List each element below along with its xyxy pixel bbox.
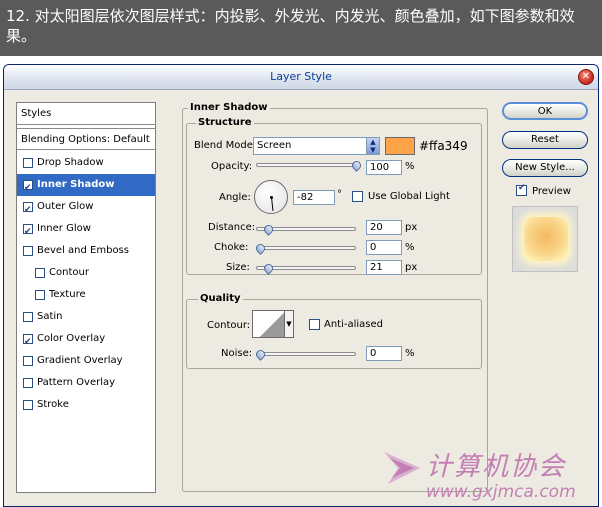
- reset-button[interactable]: Reset: [502, 131, 588, 149]
- blend-mode-label: Blend Mode:: [194, 140, 257, 151]
- style-checkbox[interactable]: [23, 199, 33, 221]
- title-bar[interactable]: Layer Style ✕: [4, 65, 598, 90]
- structure-title: Structure: [196, 117, 254, 128]
- distance-input[interactable]: 20: [366, 220, 402, 235]
- watermark-logo-icon: [384, 452, 420, 484]
- style-item[interactable]: Texture: [17, 284, 155, 306]
- styles-list: Styles Blending Options: Default Drop Sh…: [16, 102, 156, 493]
- inner-shadow-title: Inner Shadow: [188, 102, 270, 113]
- style-item-label: Outer Glow: [37, 201, 94, 212]
- style-item-label: Drop Shadow: [37, 157, 104, 168]
- watermark: 计算机协会 www.gxjmca.com: [380, 444, 602, 507]
- preview-label: Preview: [532, 186, 571, 197]
- style-checkbox[interactable]: [23, 312, 33, 322]
- ok-button[interactable]: OK: [502, 102, 588, 120]
- choke-input[interactable]: 0: [366, 240, 402, 255]
- size-unit: px: [405, 262, 418, 273]
- chevron-updown-icon: ▲ ▼: [366, 138, 379, 154]
- style-checkbox[interactable]: [35, 290, 45, 300]
- size-input[interactable]: 21: [366, 260, 402, 275]
- choke-slider-track[interactable]: [256, 246, 356, 250]
- layer-style-dialog: Layer Style ✕ Styles Blending Options: D…: [3, 64, 599, 507]
- use-global-light-checkbox[interactable]: [352, 191, 363, 202]
- style-item-label: Pattern Overlay: [37, 377, 116, 388]
- angle-dial[interactable]: [254, 180, 288, 214]
- choke-label: Choke:: [214, 242, 249, 253]
- opacity-label: Opacity:: [211, 161, 253, 172]
- quality-title: Quality: [198, 293, 243, 304]
- style-item-label: Satin: [37, 311, 63, 322]
- style-preview: [512, 206, 578, 272]
- style-item-label: Gradient Overlay: [37, 355, 123, 366]
- new-style-button[interactable]: New Style...: [502, 159, 588, 177]
- style-item-label: Stroke: [37, 399, 69, 410]
- anti-aliased-checkbox[interactable]: [309, 319, 320, 330]
- angle-input[interactable]: -82: [293, 190, 335, 205]
- style-item[interactable]: Bevel and Emboss: [17, 240, 155, 262]
- style-item[interactable]: Drop Shadow: [17, 152, 155, 174]
- watermark-text: 计算机协会: [426, 452, 567, 482]
- style-checkbox[interactable]: [23, 221, 33, 243]
- style-checkbox[interactable]: [23, 400, 33, 410]
- opacity-unit: %: [405, 161, 415, 172]
- dialog-title: Layer Style: [270, 70, 332, 83]
- style-item-label: Texture: [49, 289, 86, 300]
- contour-dropdown-icon[interactable]: ▼: [284, 310, 294, 338]
- blending-options-item[interactable]: Blending Options: Default: [17, 128, 155, 150]
- style-item[interactable]: Stroke: [17, 394, 155, 416]
- style-item[interactable]: Color Overlay: [17, 328, 155, 353]
- tutorial-caption: 12. 对太阳图层依次图层样式：内投影、外发光、内发光、颜色叠加，如下图参数和效…: [0, 0, 602, 56]
- style-item-label: Contour: [49, 267, 89, 278]
- shadow-color-swatch[interactable]: [385, 137, 415, 155]
- style-checkbox[interactable]: [35, 268, 45, 278]
- blend-mode-value: Screen: [257, 140, 292, 151]
- choke-unit: %: [405, 242, 415, 253]
- style-checkbox[interactable]: [23, 331, 33, 353]
- blend-mode-select[interactable]: Screen ▲ ▼: [253, 137, 380, 155]
- anti-aliased-label: Anti-aliased: [324, 319, 384, 330]
- contour-label: Contour:: [207, 320, 251, 331]
- style-item[interactable]: Inner Shadow: [17, 174, 155, 199]
- opacity-input[interactable]: 100: [366, 160, 402, 175]
- style-item[interactable]: Outer Glow: [17, 196, 155, 221]
- styles-header[interactable]: Styles: [17, 103, 155, 125]
- opacity-slider-track[interactable]: [256, 163, 356, 167]
- style-item[interactable]: Inner Glow: [17, 218, 155, 243]
- style-item-label: Inner Glow: [37, 223, 91, 234]
- style-item[interactable]: Gradient Overlay: [17, 350, 155, 372]
- style-item-label: Inner Shadow: [37, 179, 115, 190]
- noise-slider-track[interactable]: [256, 352, 356, 356]
- angle-center: [270, 196, 273, 199]
- style-checkbox[interactable]: [23, 177, 33, 199]
- preview-swatch: [524, 217, 568, 261]
- style-checkbox[interactable]: [23, 378, 33, 388]
- style-item-label: Bevel and Emboss: [37, 245, 129, 256]
- noise-label: Noise:: [221, 348, 253, 359]
- watermark-url: www.gxjmca.com: [426, 482, 576, 502]
- style-item[interactable]: Pattern Overlay: [17, 372, 155, 394]
- degree-unit: °: [337, 189, 342, 200]
- angle-label: Angle:: [219, 192, 251, 203]
- style-checkbox[interactable]: [23, 158, 33, 168]
- noise-unit: %: [405, 348, 415, 359]
- distance-label: Distance:: [208, 222, 256, 233]
- style-checkbox[interactable]: [23, 246, 33, 256]
- noise-input[interactable]: 0: [366, 346, 402, 361]
- style-item[interactable]: Satin: [17, 306, 155, 328]
- style-item-label: Color Overlay: [37, 333, 106, 344]
- preview-checkbox[interactable]: [516, 183, 527, 196]
- style-item[interactable]: Contour: [17, 262, 155, 284]
- size-label: Size:: [226, 262, 250, 273]
- distance-unit: px: [405, 222, 418, 233]
- angle-hand: [271, 196, 274, 211]
- shadow-color-hex: #ffa349: [419, 139, 468, 153]
- close-icon[interactable]: ✕: [578, 69, 594, 85]
- style-checkbox[interactable]: [23, 356, 33, 366]
- use-global-light-label: Use Global Light: [368, 191, 450, 202]
